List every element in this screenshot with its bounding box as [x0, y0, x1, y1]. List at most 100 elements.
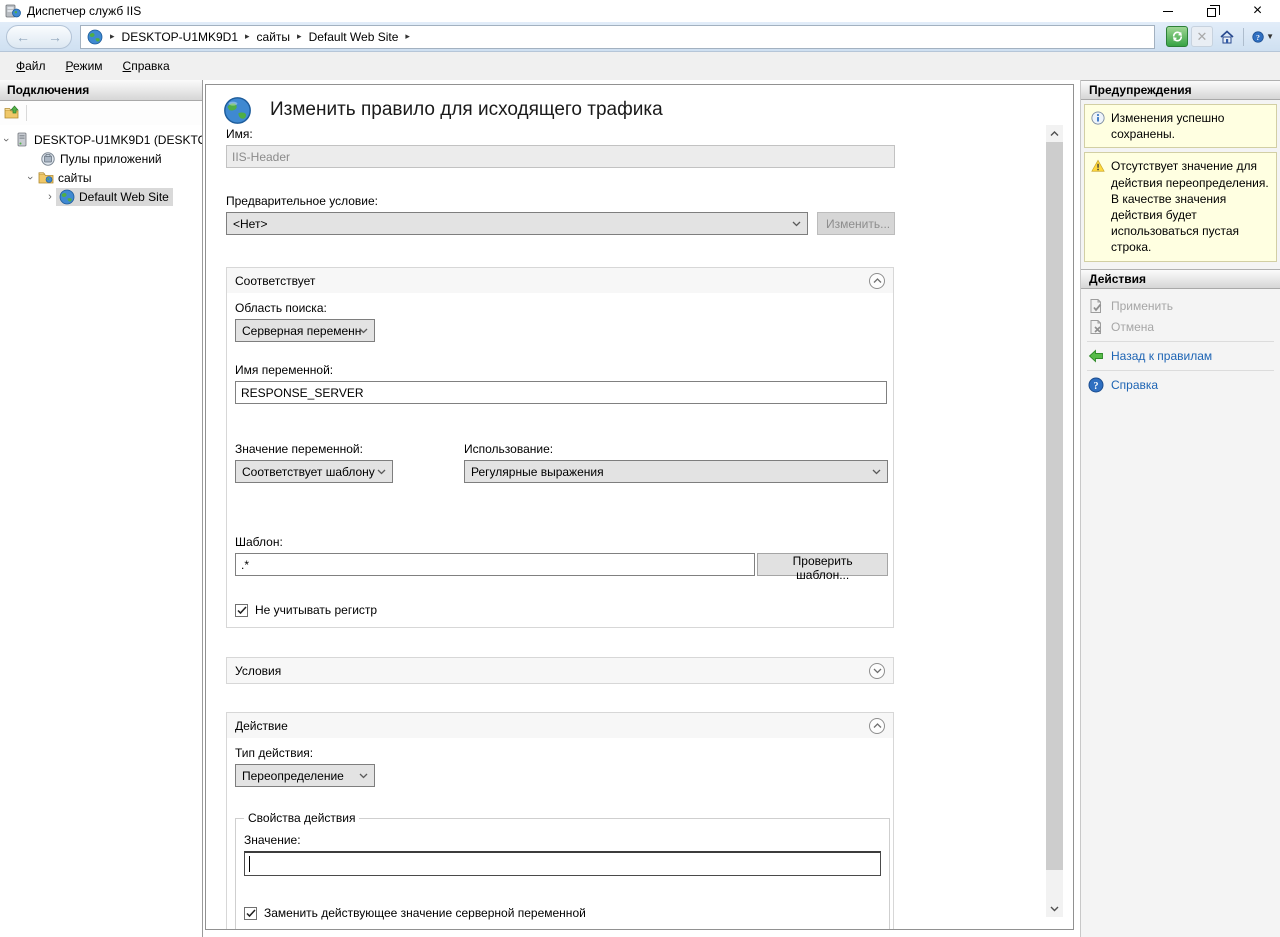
warning-icon [1091, 159, 1105, 173]
help-button[interactable]: ? ▼ [1252, 26, 1274, 47]
connections-panel: Подключения › DESKTOP-U1MK9D1 (DESKTOP [0, 80, 203, 937]
content-area: Изменить правило для исходящего трафика … [203, 80, 1080, 937]
back-to-rules-link[interactable]: Назад к правилам [1081, 346, 1280, 366]
action-value-field[interactable] [244, 851, 881, 876]
connections-toolbar [0, 101, 202, 125]
cancel-icon [1088, 319, 1104, 335]
apply-icon [1088, 298, 1104, 314]
action-section-header[interactable]: Действие [227, 713, 893, 738]
warning-alert: Отсутствует значение для действия переоп… [1084, 152, 1277, 261]
scrollbar-thumb[interactable] [1046, 142, 1063, 870]
precondition-select[interactable]: <Нет> [226, 212, 808, 235]
window-title: Диспетчер служб IIS [27, 4, 141, 18]
test-pattern-button[interactable]: Проверить шаблон... [757, 553, 888, 576]
tree-item-server[interactable]: › DESKTOP-U1MK9D1 (DESKTOP [0, 130, 202, 149]
breadcrumb-arrow-icon: ▸ [405, 31, 410, 42]
expand-icon[interactable]: › [44, 191, 56, 203]
tree-label-server: DESKTOP-U1MK9D1 (DESKTOP [34, 133, 202, 147]
actions-list: Применить Отмена Назад к правилам [1081, 289, 1280, 396]
action-properties-group: Свойства действия Значение: Заменить [235, 811, 890, 930]
chevron-up-icon [873, 723, 882, 729]
server-icon [14, 132, 30, 148]
toolbar-separator [26, 105, 27, 121]
minimize-button[interactable] [1145, 0, 1190, 22]
chevron-up-icon [873, 278, 882, 284]
forward-button[interactable]: → [48, 30, 62, 44]
chevron-down-icon [792, 221, 801, 227]
close-icon: × [1253, 3, 1262, 19]
breadcrumb-sites[interactable]: сайты [257, 30, 291, 44]
ignore-case-label: Не учитывать регистр [255, 603, 377, 617]
tree-item-app-pools[interactable]: Пулы приложений [0, 149, 202, 168]
navigation-pill: ← → [6, 25, 72, 49]
selected-tree-item: Default Web Site [56, 188, 173, 206]
pattern-field[interactable] [235, 553, 755, 576]
right-panel: Предупреждения Изменения успешно сохране… [1080, 80, 1280, 937]
page-title: Изменить правило для исходящего трафика [270, 99, 663, 121]
menu-mode[interactable]: Режим [56, 55, 113, 77]
scroll-up-button[interactable] [1046, 125, 1063, 142]
svg-text:?: ? [1256, 33, 1260, 42]
restore-button[interactable] [1190, 0, 1235, 22]
breadcrumb-default-web-site[interactable]: Default Web Site [309, 30, 399, 44]
edit-outbound-rule-page: Изменить правило для исходящего трафика … [205, 84, 1074, 930]
actions-header: Действия [1081, 269, 1280, 289]
scroll-down-button[interactable] [1046, 900, 1063, 917]
using-select[interactable]: Регулярные выражения [464, 460, 888, 483]
alerts-header: Предупреждения [1081, 80, 1280, 100]
scope-select[interactable]: Серверная переменн [235, 319, 375, 342]
refresh-button[interactable] [1166, 26, 1188, 47]
variable-value-label: Значение переменной: [235, 442, 464, 456]
variable-value-select[interactable]: Соответствует шаблону [235, 460, 393, 483]
action-type-select[interactable]: Переопределение [235, 764, 375, 787]
variable-name-field[interactable] [235, 381, 887, 404]
tree-item-sites[interactable]: › сайты [0, 168, 202, 187]
connections-header: Подключения [0, 80, 202, 101]
match-section-header[interactable]: Соответствует [227, 268, 893, 293]
chevron-up-icon [1050, 131, 1059, 137]
edit-precondition-button[interactable]: Изменить... [817, 212, 895, 235]
replace-checkbox-row[interactable]: Заменить действующее значение серверной … [244, 906, 881, 920]
close-button[interactable]: × [1235, 0, 1280, 22]
globe-icon [87, 29, 103, 45]
collapse-section-button[interactable] [869, 718, 885, 734]
apply-button[interactable]: Применить [1081, 296, 1280, 316]
breadcrumb-arrow-icon: ▸ [110, 31, 115, 42]
actions-separator [1087, 341, 1274, 342]
iis-app-icon [5, 3, 21, 19]
checkbox-checked-icon[interactable] [244, 907, 257, 920]
collapse-icon[interactable]: › [0, 134, 12, 146]
restore-icon [1207, 8, 1216, 17]
conditions-section-header[interactable]: Условия [227, 658, 893, 683]
feature-globe-icon [223, 96, 252, 125]
chevron-down-icon [359, 773, 368, 779]
menu-help[interactable]: Справка [113, 55, 180, 77]
ignore-case-checkbox-row[interactable]: Не учитывать регистр [235, 603, 888, 617]
collapse-section-button[interactable] [869, 273, 885, 289]
stop-button[interactable]: ✕ [1191, 26, 1213, 47]
tree-item-default-web-site[interactable]: › Default Web Site [0, 187, 202, 206]
breadcrumb[interactable]: ▸ DESKTOP-U1MK9D1 ▸ сайты ▸ Default Web … [80, 25, 1155, 49]
help-icon: ? [1252, 29, 1264, 45]
application-pools-icon [40, 151, 56, 167]
save-connections-icon[interactable] [4, 105, 20, 121]
actions-separator [1087, 370, 1274, 371]
collapse-icon[interactable]: › [24, 172, 36, 184]
breadcrumb-server[interactable]: DESKTOP-U1MK9D1 [122, 30, 238, 44]
page-header: Изменить правило для исходящего трафика [206, 85, 1073, 125]
cancel-button[interactable]: Отмена [1081, 317, 1280, 337]
action-properties-legend: Свойства действия [244, 811, 359, 825]
checkbox-checked-icon[interactable] [235, 604, 248, 617]
menu-file[interactable]: Файл [6, 55, 56, 77]
home-button[interactable] [1216, 26, 1238, 47]
info-alert: Изменения успешно сохранены. [1084, 104, 1277, 148]
name-label: Имя: [226, 127, 895, 141]
using-label: Использование: [464, 442, 888, 456]
chevron-down-icon [872, 469, 881, 475]
scrollbar-track[interactable] [1046, 142, 1063, 900]
expand-section-button[interactable] [869, 663, 885, 679]
help-link[interactable]: ? Справка [1081, 375, 1280, 395]
home-icon [1219, 29, 1235, 45]
back-button[interactable]: ← [16, 30, 30, 44]
vertical-scrollbar[interactable] [1046, 125, 1063, 917]
